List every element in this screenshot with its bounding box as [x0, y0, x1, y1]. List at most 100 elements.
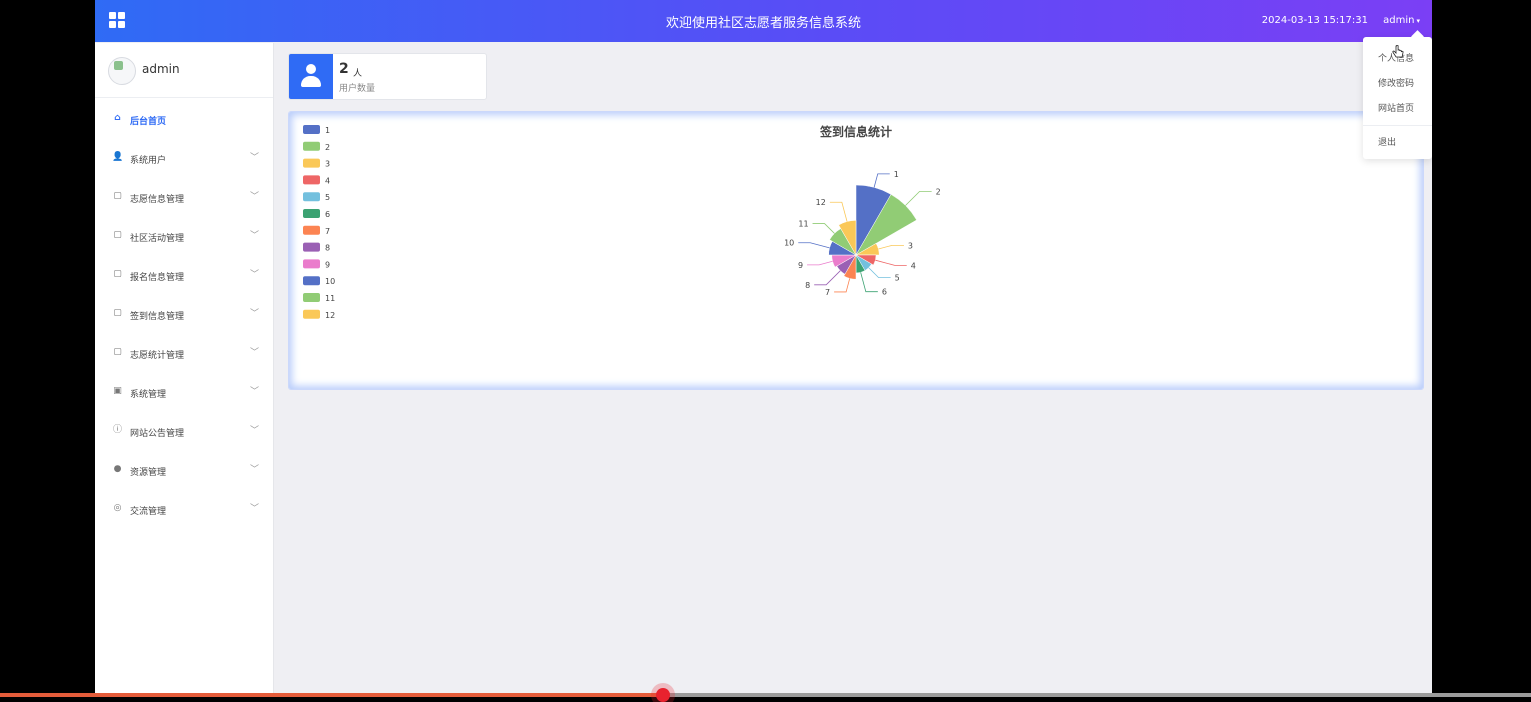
- sidebar-item-label: 后台首页: [130, 117, 167, 127]
- legend-swatch[interactable]: [303, 125, 320, 134]
- pin-icon: ●: [113, 464, 122, 474]
- document-icon: ▢: [113, 191, 122, 201]
- legend-label[interactable]: 12: [325, 311, 335, 320]
- sidebar-user: admin: [95, 43, 273, 98]
- legend-swatch[interactable]: [303, 259, 320, 269]
- menu-item-website-home[interactable]: 网站首页: [1378, 101, 1414, 114]
- chevron-down-icon: ﹀: [249, 504, 259, 514]
- sidebar-item-label: 系统用户: [130, 156, 167, 166]
- legend-label[interactable]: 4: [325, 176, 330, 185]
- menu-item-logout[interactable]: 退出: [1378, 135, 1396, 148]
- legend-swatch[interactable]: [303, 192, 320, 202]
- legend-label[interactable]: 10: [325, 277, 335, 286]
- legend-label[interactable]: 11: [325, 294, 335, 303]
- label-leader-line: [829, 201, 848, 222]
- user-name: admin: [1383, 15, 1415, 26]
- legend-swatch[interactable]: [303, 175, 320, 185]
- sidebar-item-label: 系统管理: [130, 390, 167, 400]
- chevron-down-icon: ﹀: [249, 309, 259, 319]
- slice-label: 2: [936, 187, 941, 196]
- top-bar: 欢迎使用社区志愿者服务信息系统 2024-03-13 15:17:31 admi…: [95, 0, 1432, 42]
- sidebar-item-5[interactable]: ▢ 签到信息管理 ﹀: [95, 293, 273, 332]
- label-leader-line: [868, 267, 891, 279]
- chevron-down-icon: ﹀: [249, 270, 259, 280]
- user-menu-trigger[interactable]: admin ▾: [1383, 15, 1420, 26]
- sidebar-item-8[interactable]: ⓘ 网站公告管理 ﹀: [95, 410, 273, 449]
- document-icon: ▢: [113, 308, 122, 318]
- label-leader-line: [860, 272, 878, 293]
- current-datetime: 2024-03-13 15:17:31: [1261, 15, 1368, 26]
- legend-swatch[interactable]: [303, 158, 320, 168]
- legend-swatch[interactable]: [303, 225, 320, 235]
- slice-label: 11: [798, 220, 808, 229]
- document-icon: ▢: [113, 347, 122, 357]
- sidebar-item-0[interactable]: ⌂ 后台首页: [95, 98, 273, 137]
- legend-swatch[interactable]: [303, 276, 320, 286]
- slice-label: 7: [825, 288, 830, 297]
- slice-label: 3: [908, 241, 913, 250]
- label-leader-line: [878, 244, 904, 250]
- sidebar-item-label: 签到信息管理: [130, 312, 185, 322]
- user-icon: [289, 54, 333, 99]
- chevron-down-icon: ﹀: [249, 231, 259, 241]
- sidebar-menu: ⌂ 后台首页 👤 系统用户 ﹀ ▢ 志愿信息管理 ﹀ ▢ 社区活动管理 ﹀ ▢ 报名信息管理 ﹀ ▢ 签到信息…: [95, 98, 273, 527]
- sidebar-item-label: 资源管理: [130, 468, 167, 478]
- slice-label: 10: [784, 239, 794, 248]
- label-leader-line: [807, 260, 833, 266]
- label-leader-line: [812, 223, 835, 234]
- sidebar-item-6[interactable]: ▢ 志愿统计管理 ﹀: [95, 332, 273, 371]
- user-count-value: 2: [339, 61, 349, 77]
- sidebar-item-2[interactable]: ▢ 志愿信息管理 ﹀: [95, 176, 273, 215]
- video-progress-handle[interactable]: [655, 688, 670, 702]
- sidebar-item-7[interactable]: ▣ 系统管理 ﹀: [95, 371, 273, 410]
- label-leader-line: [814, 270, 841, 286]
- checkin-chart-panel: 签到信息统计 1 2 3 4 5 6 7 8 9 10 11 12 1 2 3 4 5 6 7 8 9 10 11 12: [288, 111, 1424, 390]
- slice-label: 8: [805, 281, 810, 290]
- label-leader-line: [875, 259, 907, 266]
- legend-label[interactable]: 2: [325, 143, 330, 152]
- caret-down-icon: ▾: [1416, 17, 1420, 25]
- legend-swatch[interactable]: [303, 293, 320, 302]
- hand-cursor-icon: [1392, 45, 1404, 58]
- legend-swatch[interactable]: [303, 209, 320, 218]
- legend-label[interactable]: 9: [325, 260, 330, 269]
- sidebar-item-label: 报名信息管理: [130, 273, 185, 283]
- info-icon: ⓘ: [112, 425, 122, 435]
- legend-swatch[interactable]: [303, 141, 320, 151]
- document-icon: ▢: [113, 230, 122, 240]
- legend-label[interactable]: 6: [325, 210, 330, 219]
- chevron-down-icon: ﹀: [249, 426, 259, 436]
- sidebar: admin ⌂ 后台首页 👤 系统用户 ﹀ ▢ 志愿信息管理 ﹀ ▢ 社区活动管理 ﹀ ▢ 报名信息管理…: [95, 43, 274, 697]
- sidebar-item-3[interactable]: ▢ 社区活动管理 ﹀: [95, 215, 273, 254]
- sidebar-item-label: 社区活动管理: [130, 234, 185, 244]
- slice-label: 1: [894, 170, 899, 179]
- image-icon: ▣: [113, 386, 122, 396]
- legend-swatch[interactable]: [303, 242, 320, 252]
- chevron-down-icon: ﹀: [249, 387, 259, 397]
- legend-label[interactable]: 7: [325, 227, 330, 236]
- slice-label: 4: [911, 261, 916, 270]
- slice-label: 6: [882, 288, 887, 297]
- legend-label[interactable]: 1: [325, 126, 330, 135]
- document-icon: ▢: [113, 269, 122, 279]
- legend-label[interactable]: 3: [325, 160, 330, 169]
- sidebar-item-1[interactable]: 👤 系统用户 ﹀: [95, 137, 273, 176]
- menu-item-change-password[interactable]: 修改密码: [1378, 76, 1414, 89]
- sidebar-item-4[interactable]: ▢ 报名信息管理 ﹀: [95, 254, 273, 293]
- chart-title: 签到信息统计: [819, 124, 892, 139]
- menu-divider: [1363, 125, 1432, 126]
- sidebar-item-9[interactable]: ● 资源管理 ﹀: [95, 449, 273, 488]
- chevron-down-icon: ﹀: [249, 348, 259, 358]
- chevron-down-icon: ﹀: [249, 153, 259, 163]
- avatar: [108, 57, 136, 85]
- user-count-label: 用户数量: [339, 84, 376, 94]
- home-icon: ⌂: [114, 113, 121, 123]
- legend-label[interactable]: 8: [325, 244, 330, 253]
- legend-swatch[interactable]: [303, 309, 320, 319]
- user-count-unit: 人: [353, 69, 363, 79]
- chevron-down-icon: ﹀: [249, 465, 259, 475]
- legend-label[interactable]: 5: [325, 193, 330, 202]
- chat-icon: ◎: [113, 503, 122, 513]
- sidebar-item-10[interactable]: ◎ 交流管理 ﹀: [95, 488, 273, 527]
- sidebar-item-label: 交流管理: [130, 507, 167, 517]
